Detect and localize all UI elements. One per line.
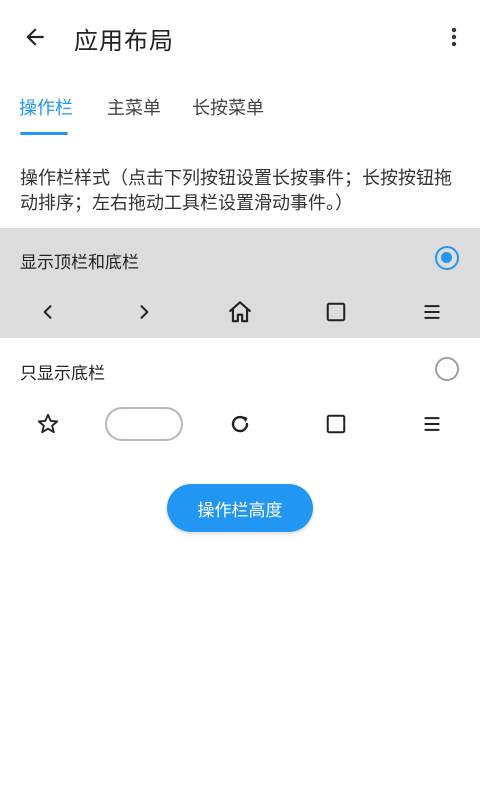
toolbar-slot-bookmark[interactable] (28, 404, 68, 444)
tab-bar: 操作栏 主菜单 长按菜单 (0, 80, 480, 136)
toolbar-slot-tabs[interactable] (316, 404, 356, 444)
option-label: 只显示底栏 (20, 364, 105, 384)
more-vert-icon (451, 27, 457, 47)
more-options-button[interactable] (440, 22, 468, 52)
refresh-icon (231, 415, 249, 433)
tab-long-press-menu[interactable]: 长按菜单 (192, 94, 264, 120)
option-label: 显示顶栏和底栏 (20, 253, 139, 273)
home-icon (229, 301, 251, 323)
chevron-right-icon (140, 305, 149, 319)
tab-main-menu[interactable]: 主菜单 (107, 94, 161, 120)
menu-icon (424, 305, 440, 319)
page-title: 应用布局 (74, 27, 174, 55)
app-bar: 应用布局 (0, 0, 480, 76)
toolbar-slot-home[interactable] (220, 292, 260, 332)
toolbar-slot-menu[interactable] (412, 292, 452, 332)
toolbar-slot-menu[interactable] (412, 404, 452, 444)
tab-indicator (20, 132, 68, 135)
toolbar-slot-tabs[interactable] (316, 292, 356, 332)
radio-button-unselected[interactable] (435, 357, 459, 381)
chevron-left-icon (43, 305, 52, 319)
option-bottom-bar-only[interactable]: 只显示底栏 (0, 338, 480, 458)
toolbar-slot-back[interactable] (28, 292, 68, 332)
back-button[interactable] (20, 22, 50, 52)
arrow-left-icon (26, 28, 44, 46)
star-icon (37, 413, 59, 434)
toolbar-slot-refresh[interactable] (220, 404, 260, 444)
tab-action-bar[interactable]: 操作栏 (19, 94, 73, 120)
radio-button-selected[interactable] (435, 246, 459, 270)
option-top-and-bottom-bar[interactable]: 显示顶栏和底栏 (0, 228, 480, 338)
square-icon (326, 302, 346, 322)
toolbar-slot-forward[interactable] (124, 292, 164, 332)
description-text: 操作栏样式（点击下列按钮设置长按事件；长按按钮拖动排序；左右拖动工具栏设置滑动事… (20, 168, 452, 214)
url-pill[interactable] (105, 407, 183, 441)
menu-icon (424, 417, 440, 431)
square-icon (326, 414, 346, 434)
action-bar-height-button[interactable]: 操作栏高度 (167, 484, 313, 532)
